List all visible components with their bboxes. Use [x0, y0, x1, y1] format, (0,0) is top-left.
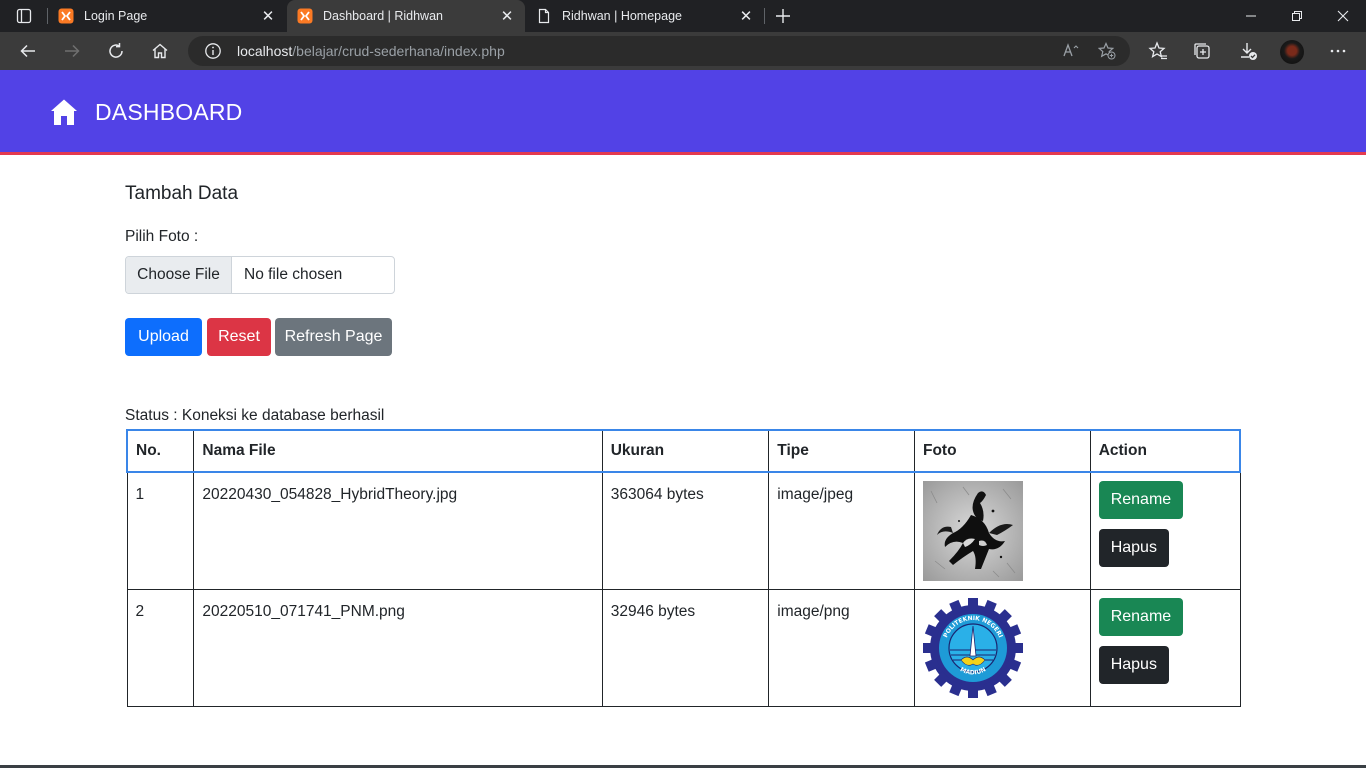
xampp-icon: [58, 8, 74, 24]
close-window-icon[interactable]: [1320, 0, 1366, 32]
home-icon[interactable]: [50, 98, 78, 126]
choose-file-button[interactable]: Choose File: [126, 257, 232, 293]
action-cell: Rename Hapus: [1089, 588, 1241, 707]
tab-title: Dashboard | Ridhwan: [323, 9, 443, 23]
file-input[interactable]: Choose File No file chosen: [125, 256, 395, 294]
table-row: 2 20220510_071741_PNM.png 32946 bytes im…: [126, 588, 1241, 707]
browser-toolbar: localhost/belajar/crud-sederhana/index.p…: [0, 32, 1366, 70]
status-text: Status : Koneksi ke database berhasil: [125, 407, 385, 424]
table-header-row: No. Nama File Ukuran Tipe Foto Action: [126, 429, 1241, 473]
row-number: 2: [126, 588, 195, 707]
delete-button[interactable]: Hapus: [1098, 529, 1169, 567]
page-icon: [536, 8, 552, 24]
hybrid-theory-soldier-image: [922, 481, 1023, 581]
address-bar[interactable]: localhost/belajar/crud-sederhana/index.p…: [188, 36, 1130, 66]
action-cell: Rename Hapus: [1089, 471, 1241, 590]
close-icon[interactable]: ✕: [260, 8, 276, 25]
tab-title: Ridhwan | Homepage: [562, 9, 682, 23]
tab-separator: [764, 8, 765, 24]
file-type: image/png: [768, 588, 915, 707]
column-header: Ukuran: [601, 429, 770, 473]
url-host: localhost: [237, 43, 293, 59]
back-icon[interactable]: [14, 37, 42, 65]
add-favorite-icon[interactable]: [1097, 42, 1116, 60]
photo-cell: [913, 471, 1091, 590]
page-title[interactable]: DASHBOARD: [95, 99, 243, 126]
read-aloud-icon[interactable]: [1062, 42, 1080, 60]
file-name: 20220430_054828_HybridTheory.jpg: [193, 471, 603, 590]
section-title: Tambah Data: [125, 183, 239, 204]
row-number: 1: [126, 471, 195, 590]
pnm-logo-image: POLITEKNIK NEGERI MADIUN: [922, 597, 1023, 698]
tab-homepage[interactable]: Ridhwan | Homepage ✕: [526, 0, 764, 32]
photo-cell: POLITEKNIK NEGERI MADIUN: [913, 588, 1091, 707]
favorites-icon[interactable]: [1146, 39, 1170, 63]
rename-button[interactable]: Rename: [1098, 597, 1184, 636]
url-text: localhost/belajar/crud-sederhana/index.p…: [237, 43, 505, 59]
tab-title: Login Page: [84, 9, 148, 23]
files-table: No. Nama File Ukuran Tipe Foto Action 1 …: [126, 429, 1241, 707]
column-header: Tipe: [768, 429, 915, 473]
profile-avatar[interactable]: [1280, 40, 1304, 64]
file-name: 20220510_071741_PNM.png: [193, 588, 603, 707]
dashboard-header: DASHBOARD: [0, 70, 1366, 155]
close-icon[interactable]: ✕: [499, 8, 515, 25]
minimize-icon[interactable]: [1228, 0, 1274, 32]
new-tab-icon[interactable]: [770, 4, 796, 28]
collections-icon[interactable]: [1190, 39, 1214, 63]
downloads-icon[interactable]: [1236, 39, 1260, 63]
url-path: /belajar/crud-sederhana/index.php: [292, 43, 505, 59]
home-icon[interactable]: [146, 37, 174, 65]
table-row: 1 20220430_054828_HybridTheory.jpg 36306…: [126, 471, 1241, 590]
delete-button[interactable]: Hapus: [1098, 645, 1169, 684]
more-menu-icon[interactable]: [1326, 39, 1350, 63]
refresh-icon[interactable]: [102, 37, 130, 65]
rename-button[interactable]: Rename: [1098, 481, 1184, 519]
column-header: Nama File: [193, 429, 603, 473]
file-type: image/jpeg: [768, 471, 915, 590]
pick-photo-label: Pilih Foto :: [125, 228, 199, 245]
tab-login-page[interactable]: Login Page ✕: [48, 0, 286, 32]
browser-tab-strip: Login Page ✕ Dashboard | Ridhwan ✕ Ridhw…: [0, 0, 1366, 32]
refresh-page-button[interactable]: Refresh Page: [275, 318, 392, 356]
upload-button[interactable]: Upload: [125, 318, 202, 356]
file-size: 32946 bytes: [601, 588, 770, 707]
restore-icon[interactable]: [1274, 0, 1320, 32]
file-status-text: No file chosen: [244, 266, 343, 283]
file-size: 363064 bytes: [601, 471, 770, 590]
reset-button[interactable]: Reset: [207, 318, 271, 356]
tab-dashboard[interactable]: Dashboard | Ridhwan ✕: [287, 0, 525, 32]
column-header: No.: [126, 429, 195, 473]
close-icon[interactable]: ✕: [738, 8, 754, 25]
info-icon[interactable]: [204, 42, 222, 60]
column-header: Foto: [913, 429, 1091, 473]
column-header: Action: [1089, 429, 1241, 473]
xampp-icon: [297, 8, 313, 24]
tab-actions-icon[interactable]: [10, 6, 38, 26]
forward-icon[interactable]: [58, 37, 86, 65]
